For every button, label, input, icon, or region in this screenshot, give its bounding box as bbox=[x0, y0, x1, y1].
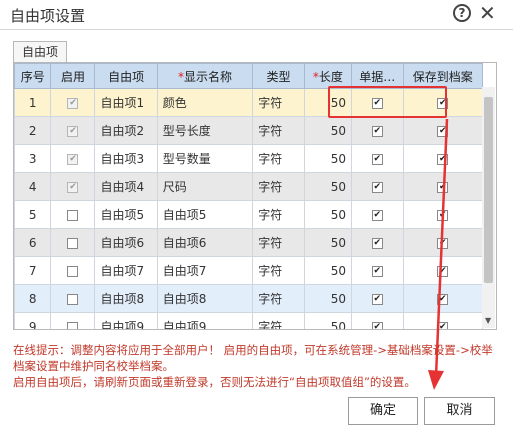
ok-button[interactable]: 确定 bbox=[348, 397, 418, 425]
cancel-button[interactable]: 取消 bbox=[424, 397, 495, 425]
hint-notes: 在线提示：调整内容将应用于全部用户！ 启用的自由项，可在系统管理->基础档案设置… bbox=[13, 342, 503, 390]
hint-line-2: 启用自由项后，请刷新页面或重新登录，否则无法进行“自由项取值组”的设置。 bbox=[13, 375, 416, 389]
annotation-arrow-line bbox=[434, 118, 449, 377]
hint-line-1: 在线提示：调整内容将应用于全部用户！ 启用的自由项，可在系统管理->基础档案设置… bbox=[13, 343, 493, 373]
